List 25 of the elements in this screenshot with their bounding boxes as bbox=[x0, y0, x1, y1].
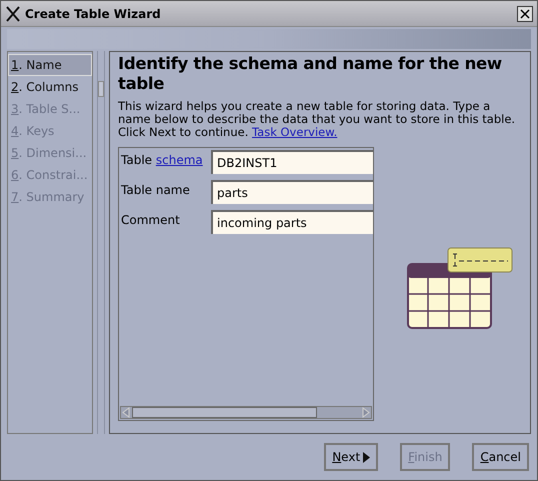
right-triangle-icon bbox=[363, 452, 370, 462]
scrollbar[interactable] bbox=[97, 51, 105, 434]
task-overview-link[interactable]: Task Overview. bbox=[252, 125, 338, 139]
next-button[interactable]: Next bbox=[324, 443, 378, 471]
window-title: Create Table Wizard bbox=[25, 6, 162, 22]
field-label: Comment bbox=[120, 212, 181, 229]
field-label: Table schema bbox=[120, 152, 204, 169]
schema-link[interactable]: schema bbox=[156, 153, 203, 167]
scroll-right-icon[interactable] bbox=[360, 407, 371, 418]
scroll-thumb[interactable] bbox=[132, 407, 317, 418]
intro-text: This wizard helps you create a new table for storing data. Type a name below to describe the data that you want to store in this table. Click Next to continue. Task Overview. bbox=[118, 100, 516, 139]
page-heading: Identify the schema and name for the new table bbox=[118, 54, 503, 94]
x-logo-icon bbox=[5, 6, 21, 22]
input-field[interactable]: parts bbox=[211, 180, 373, 204]
step-item[interactable]: 1. Name bbox=[8, 54, 92, 76]
close-icon bbox=[520, 8, 530, 18]
close-button[interactable] bbox=[517, 6, 533, 22]
input-field[interactable]: DB2INST1 bbox=[211, 150, 373, 174]
input-field[interactable]: incoming parts bbox=[211, 210, 373, 234]
wizard-button[interactable]: Cancel bbox=[472, 443, 529, 471]
step-item[interactable]: 2. Columns bbox=[8, 76, 92, 98]
scroll-thumb[interactable] bbox=[98, 81, 104, 97]
scroll-left-icon[interactable] bbox=[121, 407, 132, 418]
horizontal-scrollbar[interactable] bbox=[120, 406, 372, 419]
field-label: Table name bbox=[120, 182, 191, 199]
